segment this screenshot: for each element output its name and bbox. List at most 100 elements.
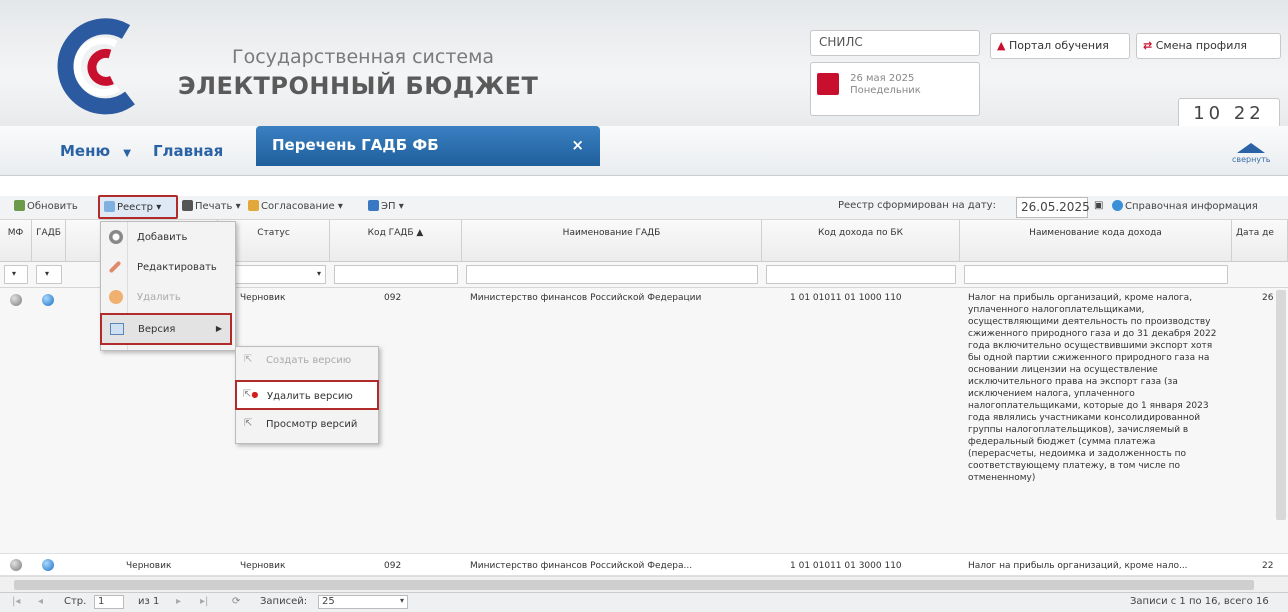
gadb-status-icon xyxy=(42,559,54,571)
cell-date: 22 xyxy=(1262,561,1274,571)
records-per-page-value: 25 xyxy=(322,596,335,607)
col-income-name[interactable]: Наименование кода дохода xyxy=(960,220,1232,262)
signature-label: ЭП xyxy=(381,201,396,212)
vertical-scrollbar[interactable] xyxy=(1276,290,1286,520)
menu-item-create-version[interactable]: ⇱ Создать версию xyxy=(236,347,378,375)
menu-item-view-versions-label: Просмотр версий xyxy=(266,419,358,430)
toolbar: Обновить Печать ▾ Согласование ▾ ЭП ▾ Ре… xyxy=(0,196,1288,220)
clock-minutes: 22 xyxy=(1233,103,1265,124)
prev-page-icon[interactable]: ◂ xyxy=(38,596,43,607)
cell-name: Министерство финансов Российской Федера.… xyxy=(470,561,693,571)
learning-portal-button[interactable]: ▲ Портал обучения xyxy=(990,33,1130,59)
horizontal-scroll-thumb[interactable] xyxy=(14,580,1254,590)
tab-label: Перечень ГАДБ ФБ xyxy=(272,136,439,154)
chevron-down-icon: ▾ xyxy=(316,269,321,278)
gadb-status-icon xyxy=(42,294,54,306)
menu-item-add-label: Добавить xyxy=(137,232,188,243)
close-icon[interactable]: × xyxy=(571,136,584,154)
collapse-up-icon xyxy=(1237,143,1266,153)
refresh-button[interactable]: Обновить xyxy=(14,200,78,212)
window-icon xyxy=(110,323,124,335)
col-gadb-code[interactable]: Код ГАДБ ▲ xyxy=(330,220,462,262)
menu-item-view-versions[interactable]: ⇱ Просмотр версий xyxy=(236,411,378,439)
menu-link[interactable]: Меню ▼ xyxy=(60,142,131,160)
records-label: Записей: xyxy=(260,596,308,607)
calendar-icon xyxy=(817,73,839,95)
home-link[interactable]: Главная xyxy=(153,142,223,160)
delete-icon xyxy=(109,290,123,304)
records-per-page-select[interactable]: 25 ▾ xyxy=(318,595,408,609)
col-income-code[interactable]: Код дохода по БК xyxy=(762,220,960,262)
menu-item-edit[interactable]: Редактировать xyxy=(101,254,235,282)
col-date[interactable]: Дата де xyxy=(1232,220,1288,262)
menu-item-create-version-label: Создать версию xyxy=(266,355,352,366)
current-weekday: Понедельник xyxy=(850,85,921,96)
col-gadb-name[interactable]: Наименование ГАДБ xyxy=(462,220,762,262)
formed-on-label: Реестр сформирован на дату: xyxy=(838,200,996,211)
last-page-icon[interactable]: ▸| xyxy=(200,596,208,607)
table-row[interactable]: Черновик Черновик 092 Министерство финан… xyxy=(0,554,1288,576)
learning-portal-label: Портал обучения xyxy=(1008,39,1109,52)
chevron-down-icon: ▾ xyxy=(45,269,50,278)
page-label: Стр. xyxy=(64,596,87,607)
menu-item-edit-label: Редактировать xyxy=(137,262,217,273)
col-gadb[interactable]: ГАДБ xyxy=(32,220,66,262)
menu-item-delete[interactable]: Удалить xyxy=(101,284,235,312)
change-profile-button[interactable]: ⇄ Смена профиля xyxy=(1136,33,1281,59)
cell-code: 092 xyxy=(384,561,402,571)
add-icon xyxy=(109,230,123,244)
cell-status: Черновик xyxy=(240,293,286,303)
col-gadb-code-label: Код ГАДБ xyxy=(367,228,414,238)
collapse-button[interactable]: свернуть xyxy=(1232,143,1270,164)
pencil-icon xyxy=(108,260,122,274)
clock-hours: 10 xyxy=(1193,103,1225,124)
next-page-icon[interactable]: ▸ xyxy=(176,596,181,607)
filter-mf[interactable]: ▾ xyxy=(4,265,28,284)
filter-gadb-code[interactable] xyxy=(334,265,458,284)
electronic-budget-logo xyxy=(57,18,135,115)
formed-on-date-input[interactable]: 26.05.2025 xyxy=(1016,197,1090,218)
refresh-icon[interactable]: ⟳ xyxy=(232,596,240,607)
collapse-label: свернуть xyxy=(1232,155,1271,164)
print-button[interactable]: Печать ▾ xyxy=(182,200,241,212)
graduation-cap-icon: ▲ xyxy=(997,39,1006,52)
menu-label: Меню xyxy=(60,142,111,160)
menu-item-version-label: Версия xyxy=(138,324,176,335)
change-profile-label: Смена профиля xyxy=(1155,39,1248,52)
cell-name: Министерство финансов Российской Федерац… xyxy=(470,293,702,303)
chevron-down-icon: ▾ xyxy=(12,269,17,278)
version-create-icon: ⇱ xyxy=(244,354,253,365)
version-delete-icon: ⇱● xyxy=(243,389,259,400)
col-mf[interactable]: МФ xyxy=(0,220,32,262)
info-icon xyxy=(1112,200,1123,211)
cell-status: Черновик xyxy=(240,561,286,571)
filter-gadb[interactable]: ▾ xyxy=(36,265,62,284)
page-input[interactable]: 1 xyxy=(94,595,124,609)
help-label: Справочная информация xyxy=(1125,201,1258,212)
cell-code: 092 xyxy=(384,293,402,303)
signature-icon xyxy=(368,200,379,211)
page-of-label: из 1 xyxy=(138,596,160,607)
chevron-down-icon: ▾ xyxy=(399,596,404,605)
cell-income-name: Налог на прибыль организаций, кроме нало… xyxy=(968,561,1188,571)
filter-income-name[interactable] xyxy=(964,265,1228,284)
tab-gadb-list[interactable]: Перечень ГАДБ ФБ × xyxy=(256,126,600,166)
folder-icon xyxy=(248,200,259,211)
signature-button[interactable]: ЭП ▾ xyxy=(368,200,404,212)
menu-item-add[interactable]: Добавить xyxy=(101,224,235,252)
menu-item-delete-version[interactable]: ⇱● Удалить версию xyxy=(235,380,379,410)
filter-income-code[interactable] xyxy=(766,265,956,284)
help-link[interactable]: Справочная информация xyxy=(1112,200,1258,212)
snils-field[interactable]: СНИЛС xyxy=(810,30,980,56)
mf-status-icon xyxy=(10,559,22,571)
filter-gadb-name[interactable] xyxy=(466,265,758,284)
cell-income-code: 1 01 01011 01 1000 110 xyxy=(790,293,902,303)
menu-item-version[interactable]: Версия ▶ xyxy=(100,313,232,345)
registry-icon xyxy=(104,201,115,212)
calendar-picker-icon[interactable]: ▣ xyxy=(1094,200,1103,211)
approval-button[interactable]: Согласование ▾ xyxy=(248,200,343,212)
first-page-icon[interactable]: |◂ xyxy=(12,596,20,607)
registry-button[interactable]: Реестр ▾ xyxy=(98,195,178,219)
horizontal-scrollbar[interactable] xyxy=(0,576,1288,592)
filter-status[interactable]: ▾ xyxy=(222,265,326,284)
